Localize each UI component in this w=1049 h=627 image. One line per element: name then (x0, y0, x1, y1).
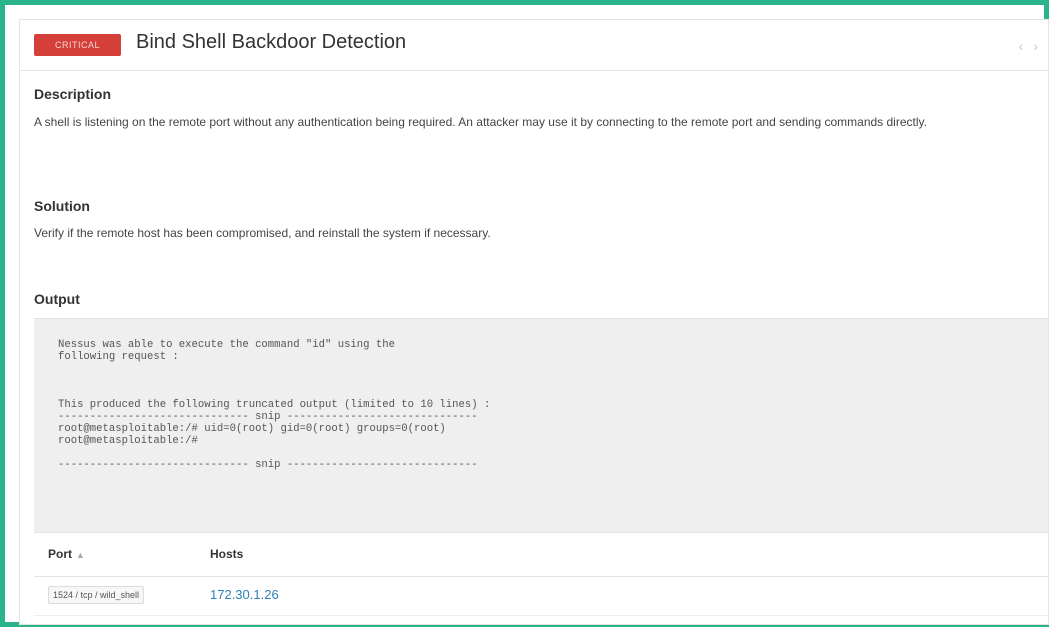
chevron-right-icon[interactable]: › (1033, 38, 1038, 54)
output-heading: Output (34, 291, 80, 307)
column-header-port-label: Port (48, 547, 72, 561)
vulnerability-title: Bind Shell Backdoor Detection (136, 31, 407, 53)
solution-heading: Solution (34, 198, 90, 214)
ports-hosts-table: Port ▲ Hosts 1524 / tcp / wild_shell 172.… (34, 532, 1048, 616)
chevron-left-icon[interactable]: ‹ (1019, 38, 1024, 54)
column-header-hosts: Hosts (210, 547, 244, 561)
plugin-output-box: Nessus was able to execute the command "… (34, 318, 1048, 533)
sort-asc-icon: ▲ (76, 550, 85, 560)
pager: ‹ › (1019, 38, 1038, 54)
column-header-port[interactable]: Port ▲ (48, 547, 85, 561)
vulnerability-detail-panel: CRITICAL Bind Shell Backdoor Detection ‹… (19, 19, 1049, 625)
port-chip: 1524 / tcp / wild_shell (48, 586, 145, 604)
table-header-row: Port ▲ Hosts (34, 532, 1048, 577)
host-link[interactable]: 172.30.1.26 (210, 587, 279, 602)
description-text: A shell is listening on the remote port … (34, 115, 927, 129)
detail-header: CRITICAL Bind Shell Backdoor Detection ‹… (20, 20, 1048, 71)
table-row: 1524 / tcp / wild_shell 172.30.1.26 (34, 577, 1048, 616)
solution-text: Verify if the remote host has been compr… (34, 226, 491, 240)
severity-badge: CRITICAL (34, 34, 121, 56)
plugin-output-text: Nessus was able to execute the command "… (58, 339, 491, 471)
description-heading: Description (34, 86, 112, 102)
app-frame: CRITICAL Bind Shell Backdoor Detection ‹… (0, 0, 1049, 627)
